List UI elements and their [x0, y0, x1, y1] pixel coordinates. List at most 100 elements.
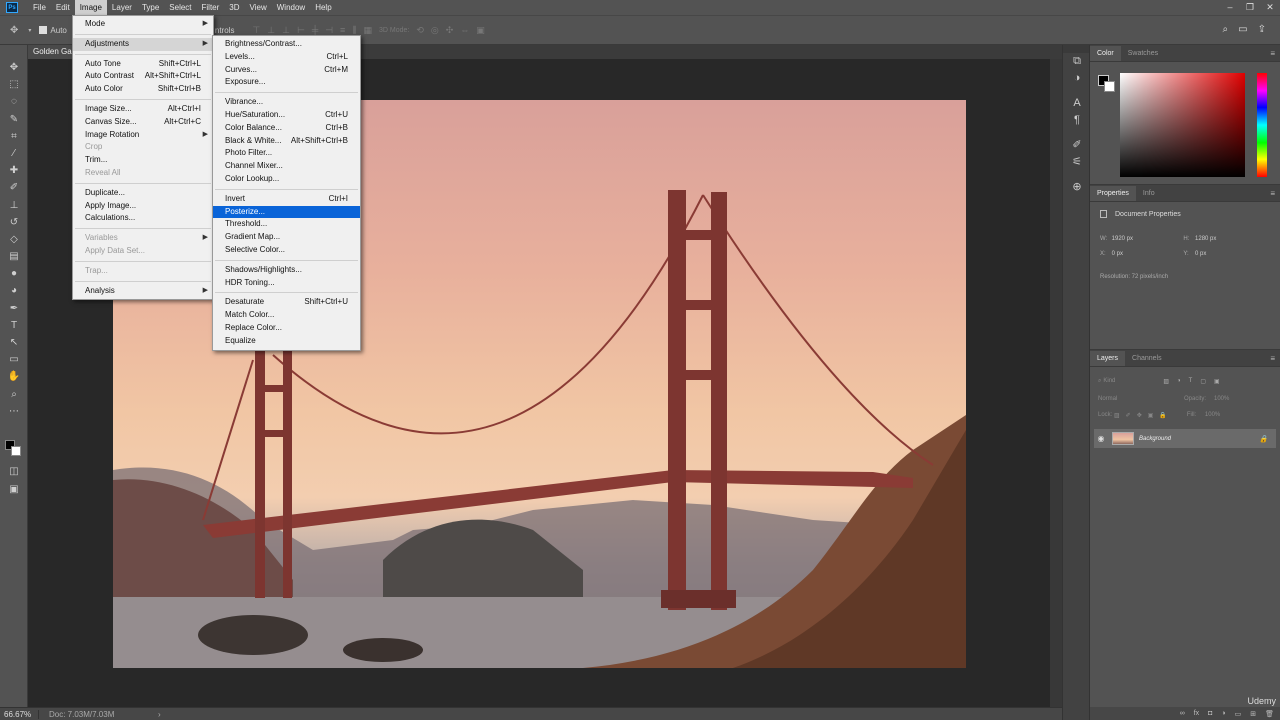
align-bottom-icon[interactable]: ⊥	[282, 25, 290, 36]
tab-layers[interactable]: Layers	[1090, 351, 1126, 366]
adjustments-item-equalize[interactable]: Equalize	[213, 335, 360, 348]
zoom-tool-icon[interactable]: ⌕	[0, 386, 28, 403]
tab-swatches[interactable]: Swatches	[1121, 46, 1165, 61]
eyedropper-tool-icon[interactable]: ⁄	[0, 145, 28, 162]
history-icon[interactable]: ⧉	[1063, 53, 1091, 70]
distribute-icon[interactable]: ≡	[340, 25, 345, 35]
status-arrow-icon[interactable]: ›	[158, 710, 161, 719]
fill-value[interactable]: 100%	[1205, 412, 1220, 418]
image-menu-item-apply-image[interactable]: Apply Image...	[73, 200, 213, 213]
adjustments-item-threshold[interactable]: Threshold...	[213, 218, 360, 231]
filter-pixel-icon[interactable]: ▨	[1163, 378, 1169, 385]
3d-roll-icon[interactable]: ◎	[431, 25, 439, 36]
restore-icon[interactable]: ❐	[1240, 0, 1260, 15]
menu-image[interactable]: Image	[74, 0, 107, 15]
color-picker-field[interactable]	[1120, 73, 1245, 177]
adjustments-item-color-balance[interactable]: Color Balance... Ctrl+B	[213, 122, 360, 135]
width-value[interactable]: 1920 px	[1112, 236, 1182, 242]
image-menu-item-auto-color[interactable]: Auto Color Shift+Ctrl+B	[73, 83, 213, 96]
quick-select-tool-icon[interactable]: ✎	[0, 111, 28, 128]
lock-move-icon[interactable]: ✥	[1137, 412, 1142, 419]
lock-all-icon[interactable]: 🔒	[1159, 412, 1166, 419]
y-value[interactable]: 0 px	[1195, 251, 1265, 257]
layer-name[interactable]: Background	[1139, 436, 1171, 442]
adjustments-item-shadows-highlights[interactable]: Shadows/Highlights...	[213, 264, 360, 277]
menu-layer[interactable]: Layer	[107, 0, 137, 15]
menu-window[interactable]: Window	[272, 0, 310, 15]
menu-type[interactable]: Type	[137, 0, 164, 15]
filter-shape-icon[interactable]: ▢	[1200, 378, 1206, 385]
image-menu-item-mode[interactable]: Mode ▶	[73, 18, 213, 31]
link-icon[interactable]: ∞	[1180, 710, 1185, 717]
layer-row-background[interactable]: ◉ Background 🔒	[1094, 429, 1276, 448]
lasso-tool-icon[interactable]: ◌	[0, 93, 28, 110]
image-menu-item-image-size[interactable]: Image Size... Alt+Ctrl+I	[73, 103, 213, 116]
3d-scale-icon[interactable]: ▣	[476, 25, 485, 36]
menu-3d[interactable]: 3D	[224, 0, 244, 15]
adjust-icon[interactable]: ◑	[1063, 70, 1091, 87]
close-icon[interactable]: ✕	[1260, 0, 1280, 15]
menu-select[interactable]: Select	[164, 0, 196, 15]
opacity-value[interactable]: 100%	[1214, 396, 1229, 402]
tab-channels[interactable]: Channels	[1125, 351, 1169, 366]
path-select-tool-icon[interactable]: ↖	[0, 334, 28, 351]
adjustments-item-invert[interactable]: Invert Ctrl+I	[213, 193, 360, 206]
filter-adjust-icon[interactable]: ◑	[1177, 378, 1181, 384]
quick-mask-icon[interactable]: ◫	[0, 463, 28, 480]
group-icon[interactable]: ▭	[1235, 710, 1242, 718]
share-icon[interactable]: ⇪	[1258, 24, 1266, 35]
document-tab[interactable]: Golden Ga	[28, 45, 74, 59]
align-top-icon[interactable]: ⊤	[252, 25, 260, 36]
crop-tool-icon[interactable]: ⌗	[0, 128, 28, 145]
gradient-tool-icon[interactable]: ▤	[0, 248, 28, 265]
dodge-tool-icon[interactable]: ◕	[0, 282, 28, 299]
panel-menu-icon[interactable]: ≡	[1270, 354, 1275, 363]
search-icon[interactable]: ⌕	[1223, 24, 1229, 35]
height-value[interactable]: 1280 px	[1195, 236, 1265, 242]
image-menu-item-duplicate[interactable]: Duplicate...	[73, 187, 213, 200]
blur-tool-icon[interactable]: ●	[0, 265, 28, 282]
background-color-swatch[interactable]	[11, 446, 21, 456]
align-center-icon[interactable]: ╪	[312, 25, 318, 35]
image-menu-item-auto-tone[interactable]: Auto Tone Shift+Ctrl+L	[73, 58, 213, 71]
3d-pan-icon[interactable]: ✣	[446, 25, 454, 36]
panel-menu-icon[interactable]: ≡	[1270, 49, 1275, 58]
character-icon[interactable]: A	[1063, 95, 1091, 112]
brush-settings-icon[interactable]: ✐	[1063, 137, 1091, 154]
3d-rotate-icon[interactable]: ⟲	[416, 25, 424, 36]
align-middle-icon[interactable]: ⊥	[267, 25, 275, 36]
adjustments-item-levels[interactable]: Levels... Ctrl+L	[213, 51, 360, 64]
healing-brush-tool-icon[interactable]: ✚	[0, 162, 28, 179]
libraries-icon[interactable]: ⊕	[1063, 179, 1091, 196]
clone-stamp-tool-icon[interactable]: ⊥	[0, 197, 28, 214]
adjustments-item-hue-saturation[interactable]: Hue/Saturation... Ctrl+U	[213, 109, 360, 122]
hue-slider[interactable]	[1257, 73, 1267, 177]
paragraph-icon[interactable]: ¶	[1063, 112, 1091, 129]
pen-tool-icon[interactable]: ✒	[0, 300, 28, 317]
adjustments-item-photo-filter[interactable]: Photo Filter...	[213, 147, 360, 160]
filter-type-icon[interactable]: T	[1189, 378, 1193, 384]
screen-mode-icon[interactable]: ▣	[0, 481, 28, 498]
distribute-h-icon[interactable]: ⫼	[352, 25, 356, 36]
eraser-tool-icon[interactable]: ◇	[0, 231, 28, 248]
zoom-level[interactable]: 66.67%	[0, 710, 38, 719]
adjustments-item-match-color[interactable]: Match Color...	[213, 309, 360, 322]
more-tools-icon[interactable]: ⋯	[0, 403, 28, 420]
workspace-icon[interactable]: ▭	[1238, 24, 1247, 35]
brush-tool-icon[interactable]: ✐	[0, 179, 28, 196]
rectangle-tool-icon[interactable]: ▭	[0, 351, 28, 368]
new-layer-icon[interactable]: ⊞	[1250, 710, 1256, 718]
tab-properties[interactable]: Properties	[1090, 186, 1136, 201]
layer-filter-kind[interactable]: Kind	[1103, 378, 1163, 384]
document-size[interactable]: Doc: 7.03M/7.03M	[38, 709, 158, 719]
minimize-icon[interactable]: –	[1220, 0, 1240, 15]
align-right-icon[interactable]: ⊣	[325, 25, 333, 36]
fx-icon[interactable]: fx	[1194, 710, 1199, 717]
auto-align-icon[interactable]: ▦	[363, 25, 372, 36]
vertical-scrollbar[interactable]	[1050, 59, 1062, 707]
panel-menu-icon[interactable]: ≡	[1270, 189, 1275, 198]
adjustments-item-posterize[interactable]: Posterize...	[213, 205, 360, 219]
tab-info[interactable]: Info	[1136, 186, 1162, 201]
blend-mode-select[interactable]: Normal	[1094, 396, 1184, 402]
adjustments-item-replace-color[interactable]: Replace Color...	[213, 322, 360, 335]
